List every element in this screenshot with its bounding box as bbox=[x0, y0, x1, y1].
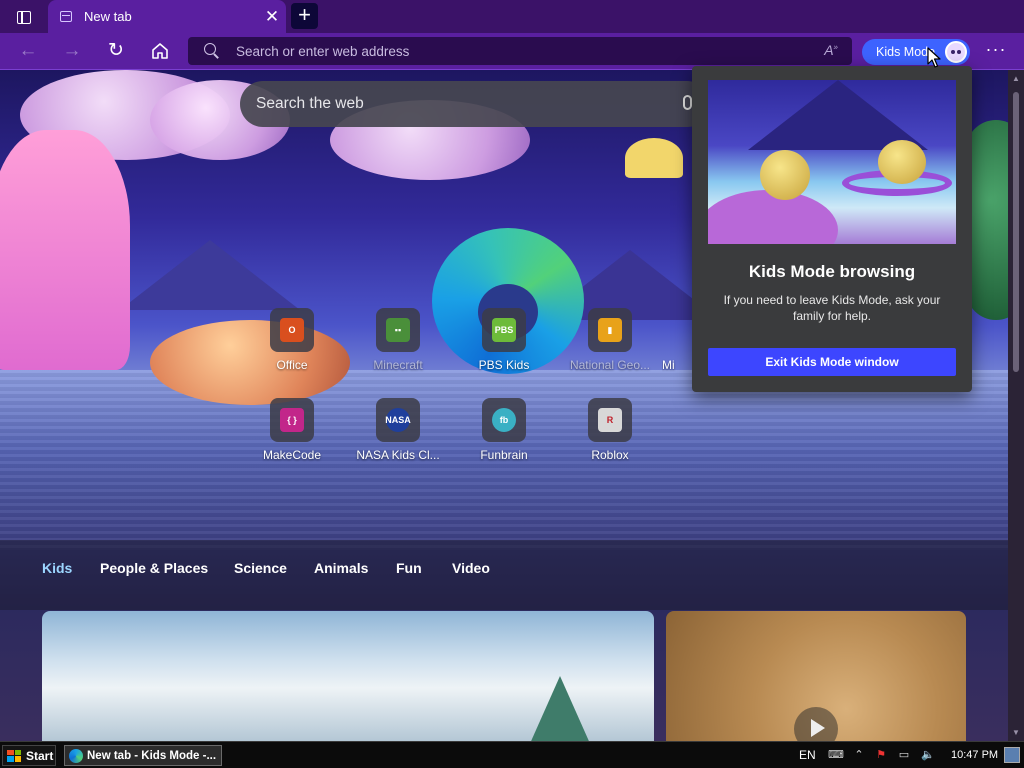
new-tab-button[interactable]: + bbox=[291, 3, 318, 29]
parachute-decoration bbox=[625, 138, 683, 178]
web-search-placeholder: Search the web bbox=[256, 95, 364, 112]
show-desktop-button[interactable] bbox=[1004, 747, 1020, 763]
kids-mode-button[interactable]: Kids Mode bbox=[862, 39, 970, 65]
tab-people-places[interactable]: People & Places bbox=[100, 560, 208, 576]
read-aloud-icon[interactable]: A» bbox=[824, 42, 838, 58]
new-tab-page-icon bbox=[60, 11, 72, 22]
start-button[interactable]: Start bbox=[2, 745, 56, 766]
quick-link-national-geographic[interactable]: ▮ National Geo... bbox=[565, 308, 655, 372]
tab-fun[interactable]: Fun bbox=[396, 560, 422, 576]
tab-science[interactable]: Science bbox=[234, 560, 287, 576]
office-icon: O bbox=[280, 318, 304, 342]
quick-link-label: Mi bbox=[662, 358, 675, 372]
category-tabs: Kids People & Places Science Animals Fun… bbox=[0, 540, 1008, 610]
monster-decoration bbox=[966, 120, 1008, 320]
start-label: Start bbox=[26, 748, 54, 763]
quick-link-label: MakeCode bbox=[262, 448, 322, 462]
chevron-up-icon[interactable]: ⌃ bbox=[852, 748, 866, 762]
quick-link-makecode[interactable]: { } MakeCode bbox=[247, 398, 337, 462]
makecode-icon: { } bbox=[280, 408, 304, 432]
clock[interactable]: 10:47 PM bbox=[951, 749, 998, 761]
roblox-icon: R bbox=[598, 408, 622, 432]
quick-link-minecraft[interactable]: ▪▪ Minecraft bbox=[353, 308, 443, 372]
quick-link-label: Office bbox=[276, 358, 308, 372]
tree-image bbox=[520, 676, 600, 741]
national-geographic-icon: ▮ bbox=[598, 318, 622, 342]
windows-logo-icon bbox=[7, 749, 21, 762]
close-tab-button[interactable]: ✕ bbox=[258, 8, 286, 25]
refresh-button[interactable]: ↻ bbox=[101, 37, 131, 65]
nasa-icon: NASA bbox=[385, 408, 411, 432]
volcano-character-decoration bbox=[0, 130, 130, 370]
quick-link-roblox[interactable]: R Roblox bbox=[565, 398, 655, 462]
security-alert-icon[interactable]: ⚑ bbox=[874, 748, 888, 762]
quick-link-funbrain[interactable]: fb Funbrain bbox=[459, 398, 549, 462]
quick-link-label: Funbrain bbox=[480, 448, 528, 462]
settings-more-button[interactable]: ··· bbox=[982, 37, 1010, 65]
tab-actions-menu-button[interactable] bbox=[8, 4, 40, 30]
language-indicator[interactable]: EN bbox=[799, 748, 816, 762]
exit-kids-mode-button[interactable]: Exit Kids Mode window bbox=[708, 348, 956, 376]
keyboard-icon[interactable]: ⌨ bbox=[828, 748, 844, 762]
home-button[interactable] bbox=[145, 37, 175, 65]
address-bar[interactable]: A» bbox=[188, 37, 852, 65]
tab-new-tab[interactable]: New tab ✕ bbox=[48, 0, 286, 33]
home-icon bbox=[152, 43, 168, 59]
scroll-up-icon[interactable]: ▲ bbox=[1012, 74, 1020, 83]
page-scrollbar[interactable]: ▲ ▼ bbox=[1008, 70, 1024, 741]
scroll-down-icon[interactable]: ▼ bbox=[1012, 728, 1020, 737]
search-icon bbox=[204, 43, 216, 55]
flyout-description: If you need to leave Kids Mode, ask your… bbox=[723, 293, 941, 323]
quick-link-label: National Geo... bbox=[569, 358, 651, 372]
web-search-box[interactable]: Search the web bbox=[240, 81, 710, 127]
kids-mode-flyout: Kids Mode browsing If you need to leave … bbox=[692, 66, 972, 392]
mountain-decoration bbox=[120, 240, 300, 310]
quick-link-label: PBS Kids bbox=[478, 358, 530, 372]
network-icon[interactable]: ▭ bbox=[897, 748, 911, 762]
cloud-decoration bbox=[20, 70, 230, 160]
funbrain-icon: fb bbox=[492, 408, 516, 432]
quick-link-label: NASA Kids Cl... bbox=[356, 448, 440, 462]
taskbar-item-label: New tab - Kids Mode -... bbox=[87, 749, 217, 762]
forward-button[interactable]: → bbox=[57, 37, 87, 65]
quick-link-partial[interactable]: Mi bbox=[662, 308, 692, 372]
minecraft-icon: ▪▪ bbox=[386, 318, 410, 342]
tab-kids[interactable]: Kids bbox=[42, 560, 72, 576]
quick-link-nasa-kids-club[interactable]: NASA NASA Kids Cl... bbox=[353, 398, 443, 462]
tab-title: New tab bbox=[84, 9, 132, 24]
kids-mode-illustration bbox=[708, 80, 956, 244]
quick-link-pbs-kids[interactable]: PBS PBS Kids bbox=[459, 308, 549, 372]
toolbar: ← → ↻ A» Kids Mode ··· bbox=[0, 33, 1024, 70]
tab-animals[interactable]: Animals bbox=[314, 560, 368, 576]
play-icon[interactable] bbox=[794, 707, 838, 741]
back-button[interactable]: ← bbox=[13, 37, 43, 65]
address-input[interactable] bbox=[236, 37, 796, 65]
feed-card-video[interactable] bbox=[666, 611, 966, 741]
kids-mode-avatar bbox=[945, 41, 967, 63]
taskbar: Start New tab - Kids Mode -... EN ⌨ ⌃ ⚑ … bbox=[0, 741, 1024, 768]
microphone-icon[interactable] bbox=[683, 95, 692, 110]
tab-video[interactable]: Video bbox=[452, 560, 490, 576]
pbs-kids-icon: PBS bbox=[492, 318, 516, 342]
quick-link-label: Minecraft bbox=[373, 358, 423, 372]
taskbar-item-edge[interactable]: New tab - Kids Mode -... bbox=[64, 745, 222, 766]
feed-card-sky[interactable] bbox=[42, 611, 654, 741]
tab-actions-icon bbox=[17, 10, 31, 24]
quick-link-label: Roblox bbox=[591, 448, 629, 462]
flyout-title: Kids Mode browsing bbox=[748, 262, 916, 281]
scrollbar-thumb[interactable] bbox=[1013, 92, 1019, 372]
mouse-cursor-icon bbox=[927, 47, 941, 68]
title-bar: New tab ✕ + bbox=[0, 0, 1024, 33]
edge-icon bbox=[69, 748, 83, 763]
volume-icon[interactable]: 🔈 bbox=[921, 748, 935, 762]
quick-link-office[interactable]: O Office bbox=[247, 308, 337, 372]
